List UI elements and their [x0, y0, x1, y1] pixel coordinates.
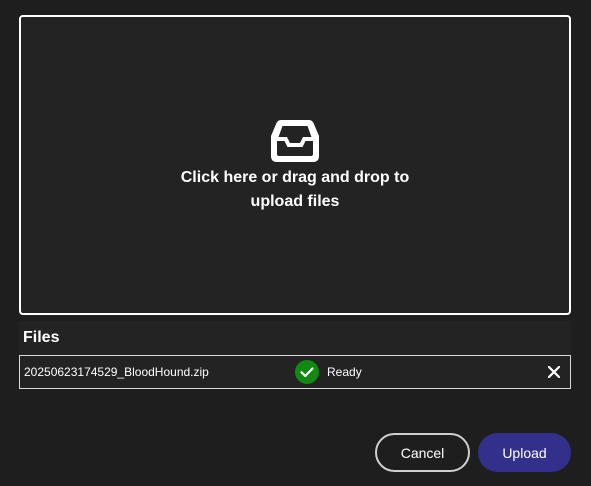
dropzone-content: Click here or drag and drop to upload fi… — [21, 120, 569, 214]
file-list-item: 20250623174529_BloodHound.zip Ready — [19, 355, 571, 389]
file-name: 20250623174529_BloodHound.zip — [24, 365, 209, 379]
close-icon[interactable] — [544, 362, 564, 382]
upload-button[interactable]: Upload — [478, 433, 571, 472]
files-heading: Files — [23, 329, 60, 346]
inbox-icon — [271, 120, 319, 162]
upload-dialog: Click here or drag and drop to upload fi… — [0, 0, 591, 486]
cancel-button[interactable]: Cancel — [375, 433, 470, 472]
files-section-header: Files — [19, 321, 571, 355]
file-dropzone[interactable]: Click here or drag and drop to upload fi… — [19, 15, 571, 315]
dropzone-instructions: Click here or drag and drop to upload fi… — [180, 169, 410, 210]
check-circle-icon — [295, 360, 319, 384]
file-status: Ready — [327, 365, 362, 379]
